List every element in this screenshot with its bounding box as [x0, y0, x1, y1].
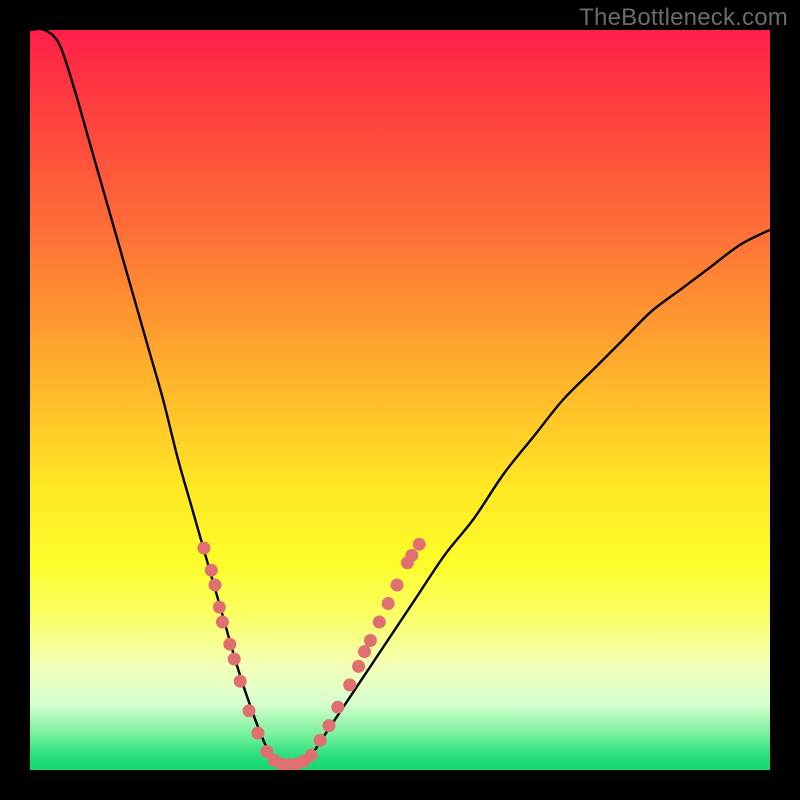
- data-dot: [382, 597, 395, 610]
- data-dot: [405, 549, 418, 562]
- watermark-text: TheBottleneck.com: [579, 4, 788, 32]
- data-dot: [205, 564, 218, 577]
- data-dot: [352, 660, 365, 673]
- data-dot: [223, 638, 236, 651]
- data-dot: [216, 616, 229, 629]
- data-dot: [234, 675, 247, 688]
- data-dot: [251, 727, 264, 740]
- data-dots: [197, 538, 425, 770]
- data-dot: [358, 645, 371, 658]
- data-dot: [391, 579, 404, 592]
- data-dot: [373, 616, 386, 629]
- data-dot: [305, 749, 318, 762]
- data-dot: [213, 601, 226, 614]
- data-dot: [228, 653, 241, 666]
- data-dot: [343, 678, 356, 691]
- data-dot: [243, 704, 256, 717]
- data-dot: [209, 579, 222, 592]
- data-dot: [413, 538, 426, 551]
- chart-svg: [30, 30, 770, 770]
- data-dot: [197, 542, 210, 555]
- data-dot: [364, 634, 377, 647]
- chart-frame: TheBottleneck.com: [0, 0, 800, 800]
- bottleneck-curve: [30, 30, 770, 770]
- data-dot: [331, 701, 344, 714]
- plot-area: [30, 30, 770, 770]
- data-dot: [314, 734, 327, 747]
- data-dot: [323, 719, 336, 732]
